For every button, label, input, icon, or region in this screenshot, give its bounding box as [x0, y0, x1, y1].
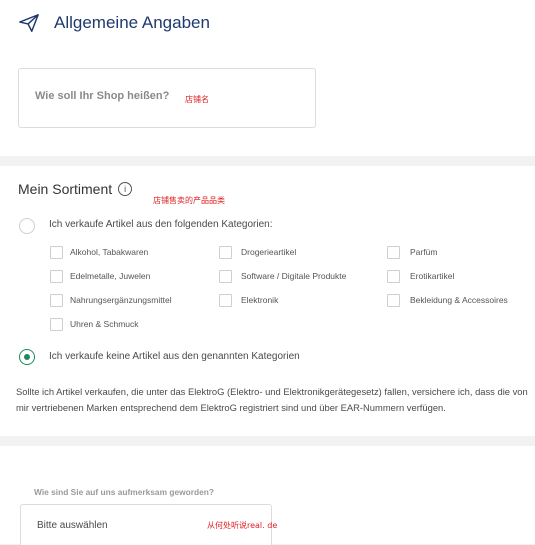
checkbox-nahrung[interactable] — [50, 294, 63, 307]
radio-sell-none[interactable] — [19, 349, 35, 365]
radio-sell-categories-label: Ich verkaufe Artikel aus den folgenden K… — [49, 219, 273, 230]
checkbox-label: Alkohol, Tabakwaren — [70, 247, 149, 257]
shop-name-input[interactable]: Wie soll Ihr Shop heißen? — [18, 68, 316, 128]
checkbox-software[interactable] — [219, 270, 232, 283]
checkbox-bekleidung[interactable] — [387, 294, 400, 307]
assortment-annotation: 店铺售卖的产品品类 — [153, 196, 225, 205]
checkbox-edelmetalle[interactable] — [50, 270, 63, 283]
shop-name-placeholder: Wie soll Ihr Shop heißen? — [35, 90, 170, 102]
checkbox-label: Bekleidung & Accessoires — [410, 295, 508, 305]
paper-plane-icon — [19, 14, 39, 32]
radio-sell-categories[interactable] — [19, 218, 35, 234]
checkbox-label: Nahrungsergänzungsmittel — [70, 295, 172, 305]
checkbox-erotik[interactable] — [387, 270, 400, 283]
checkbox-uhren[interactable] — [50, 318, 63, 331]
assortment-title-text: Mein Sortiment — [18, 181, 113, 197]
checkbox-label: Parfüm — [410, 247, 438, 257]
checkbox-label: Edelmetalle, Juwelen — [70, 271, 151, 281]
checkbox-elektronik[interactable] — [219, 294, 232, 307]
referral-select-value: Bitte auswählen — [37, 520, 108, 531]
section-header: Allgemeine Angaben — [18, 12, 210, 34]
checkbox-label: Elektronik — [241, 295, 279, 305]
referral-label: Wie sind Sie auf uns aufmerksam geworden… — [34, 487, 215, 497]
referral-annotation: 从何处听说real. de — [207, 521, 278, 530]
checkbox-label: Uhren & Schmuck — [70, 319, 139, 329]
checkbox-label: Software / Digitale Produkte — [241, 271, 347, 281]
checkbox-alkohol[interactable] — [50, 246, 63, 259]
checkbox-label: Erotikartikel — [410, 271, 455, 281]
page-title: Allgemeine Angaben — [54, 13, 210, 32]
radio-sell-none-label: Ich verkaufe keine Artikel aus den genan… — [49, 351, 300, 362]
checkbox-parfuem[interactable] — [387, 246, 400, 259]
info-icon[interactable]: i — [118, 182, 133, 196]
checkbox-label: Drogerieartikel — [241, 247, 297, 257]
assortment-title: Mein Sortiment i — [18, 181, 133, 197]
elektrog-note: Sollte ich Artikel verkaufen, die unter … — [16, 386, 528, 413]
checkbox-drogerie[interactable] — [219, 246, 232, 259]
shop-name-annotation: 店铺名 — [185, 95, 209, 104]
